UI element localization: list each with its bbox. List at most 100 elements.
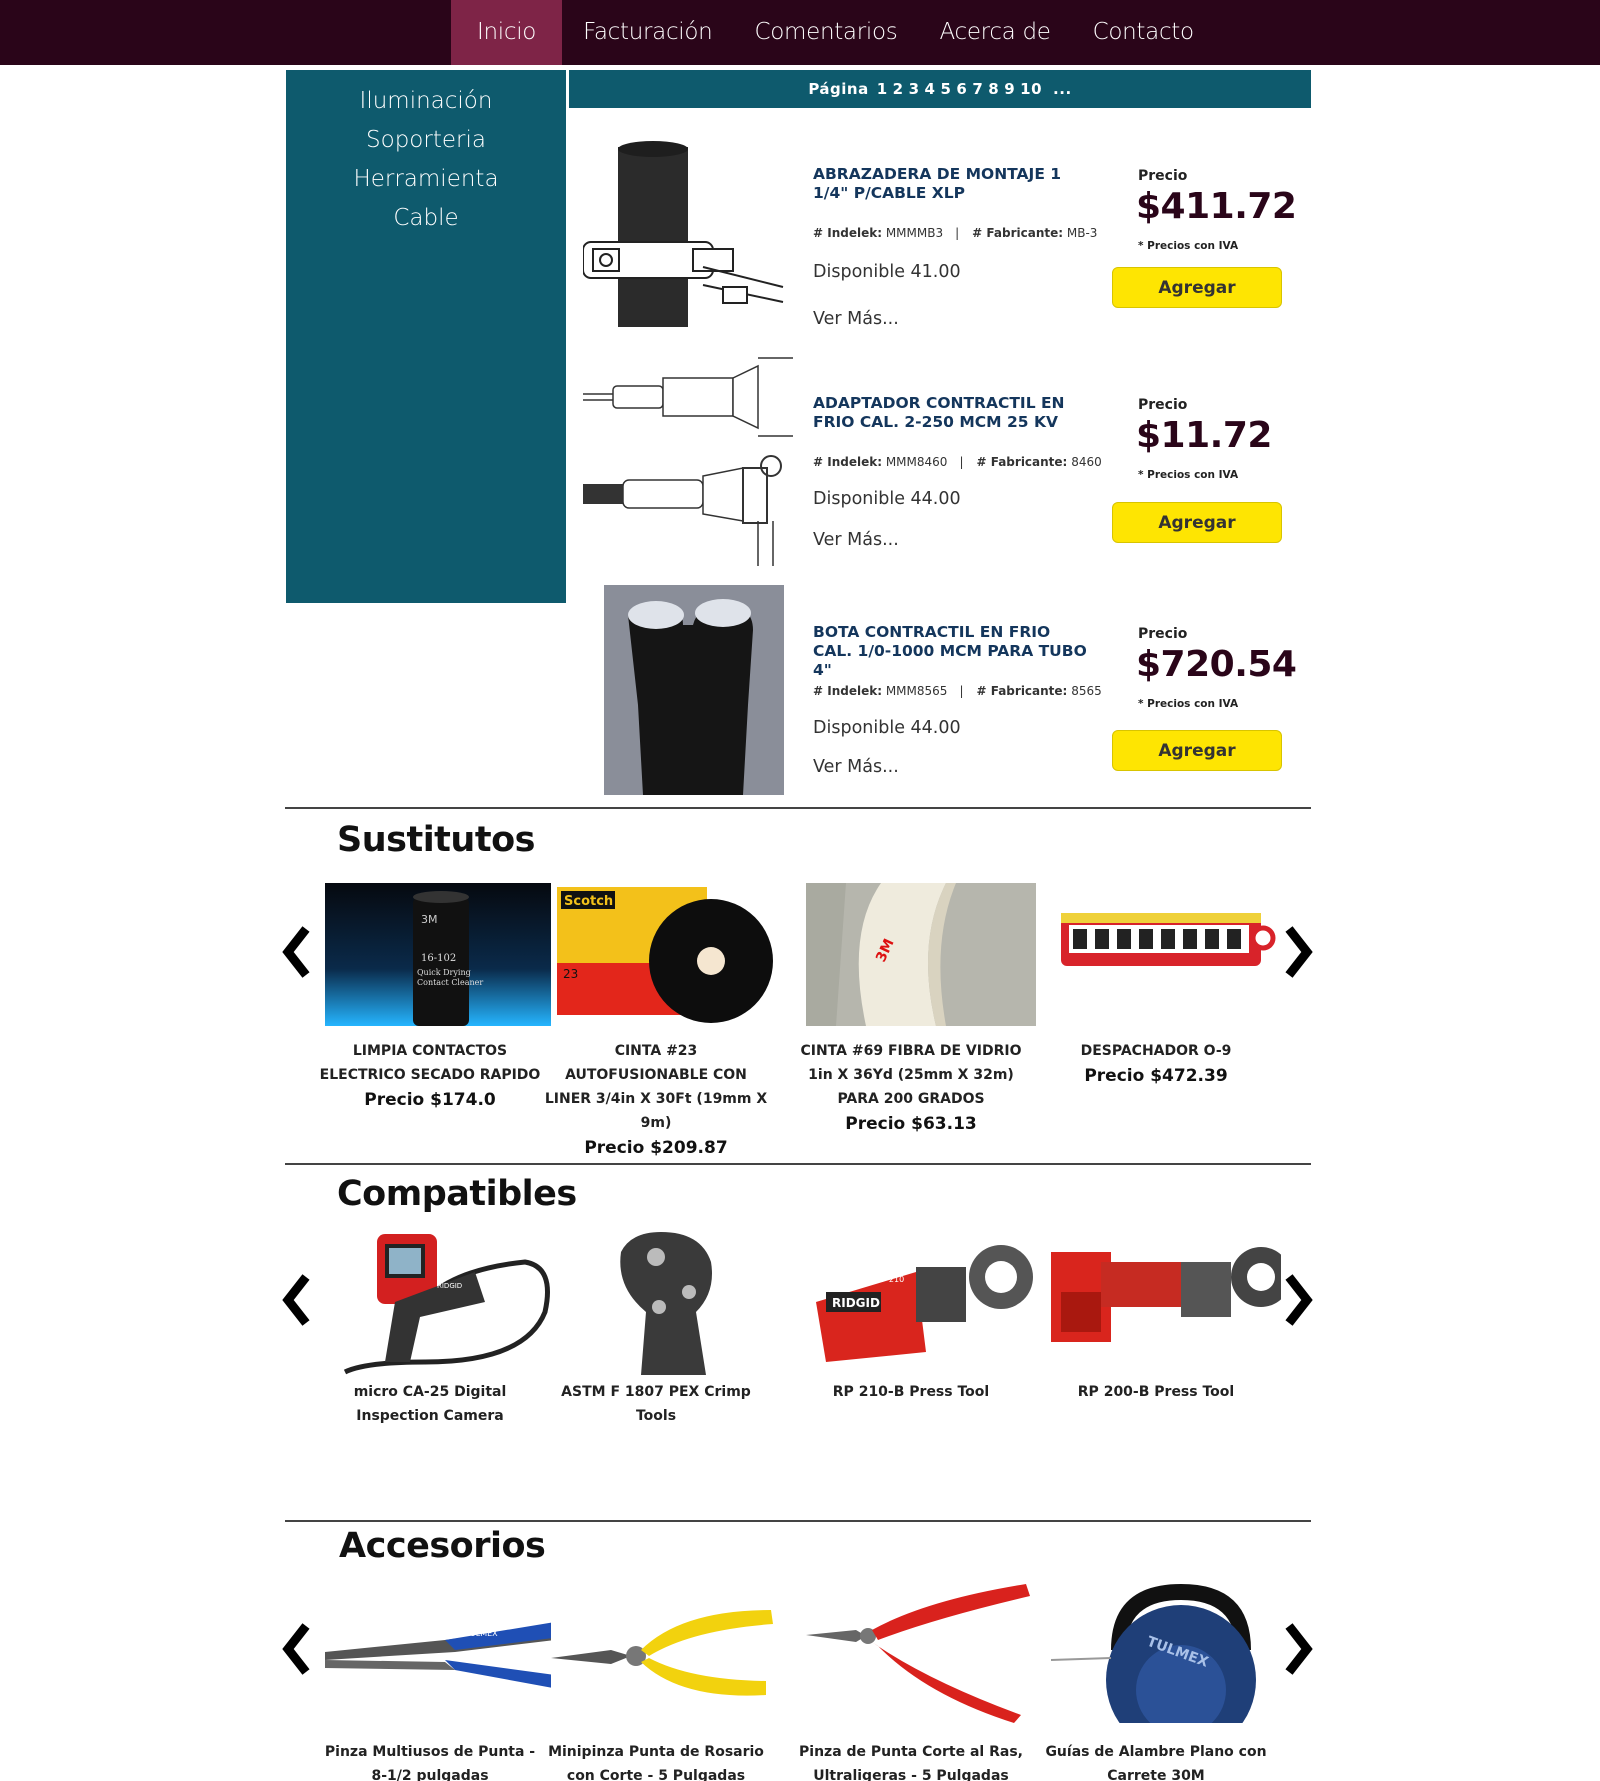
card-image[interactable] [1051, 1232, 1281, 1375]
page-link-1[interactable]: 1 [877, 80, 888, 98]
page-link-7[interactable]: 7 [972, 80, 983, 98]
card-name-text[interactable]: Guías de Alambre Plano con Carrete 30M [1045, 1744, 1266, 1781]
card-name-text[interactable]: CINTA #23 AUTOFUSIONABLE CON LINER 3/4in… [545, 1043, 767, 1131]
page-link-6[interactable]: 6 [956, 80, 967, 98]
chevron-right-icon[interactable] [1283, 1622, 1315, 1676]
card-image[interactable]: 3M [806, 883, 1036, 1026]
sidebar-item-cable[interactable]: Cable [286, 199, 566, 238]
card-image[interactable] [806, 1580, 1036, 1723]
category-sidebar: Iluminación Soporteria Herramienta Cable [286, 70, 566, 603]
card-name[interactable]: CINTA #69 FIBRA DE VIDRIO 1in X 36Yd (25… [796, 1039, 1026, 1137]
page-link-5[interactable]: 5 [940, 80, 951, 98]
product-row: ABRAZADERA DE MONTAJE 1 1/4" P/CABLE XLP… [569, 127, 1311, 337]
nav-item-facturacion[interactable]: Facturación [562, 0, 733, 65]
product-price: $11.72 [1136, 415, 1272, 456]
card-name[interactable]: CINTA #23 AUTOFUSIONABLE CON LINER 3/4in… [541, 1039, 771, 1161]
product-title[interactable]: ADAPTADOR CONTRACTIL EN FRIO CAL. 2-250 … [813, 394, 1093, 432]
product-title[interactable]: BOTA CONTRACTIL EN FRIO CAL. 1/0-1000 MC… [813, 623, 1093, 680]
card-name[interactable]: LIMPIA CONTACTOS ELECTRICO SECADO RAPIDO… [315, 1039, 545, 1113]
pagination-bar: Página 1 2 3 4 5 6 7 8 9 10 ... [569, 70, 1311, 108]
card-image[interactable] [1051, 883, 1281, 1026]
product-availability: Disponible 41.00 [813, 262, 961, 282]
product-image[interactable] [583, 127, 793, 337]
page-link-2[interactable]: 2 [893, 80, 904, 98]
card-name-text[interactable]: CINTA #69 FIBRA DE VIDRIO 1in X 36Yd (25… [800, 1043, 1021, 1107]
page-link-8[interactable]: 8 [988, 80, 999, 98]
product-availability: Disponible 44.00 [813, 489, 961, 509]
card-image[interactable]: 3M 16-102 Quick Drying Contact Cleaner [325, 883, 555, 1026]
card-image[interactable]: RIDGID [325, 1232, 555, 1375]
card-image[interactable]: RIDGID RP 210 [806, 1232, 1036, 1375]
nav-item-comentarios[interactable]: Comentarios [733, 0, 918, 65]
page-link-3[interactable]: 3 [909, 80, 920, 98]
card-image[interactable]: Scotch 23 [551, 883, 781, 1026]
product-codes: # Indelek: MMMMB3 | # Fabricante: MB-3 [813, 226, 1098, 240]
card-name-text[interactable]: Pinza Multiusos de Punta - 8-1/2 pulgada… [325, 1744, 535, 1781]
product-image[interactable] [583, 356, 793, 566]
add-to-cart-button[interactable]: Agregar [1112, 267, 1282, 308]
price-label: Precio [1138, 397, 1188, 413]
card-name[interactable]: DESPACHADOR O-9 Precio $472.39 [1041, 1039, 1271, 1089]
card-name-text[interactable]: Pinza de Punta Corte al Ras, Ultraligera… [799, 1744, 1023, 1781]
sidebar-item-herramienta[interactable]: Herramienta [286, 160, 566, 199]
view-more-link[interactable]: Ver Más... [813, 530, 899, 550]
card-image[interactable] [551, 1580, 781, 1723]
chevron-left-icon[interactable] [280, 925, 312, 979]
chevron-right-icon[interactable] [1283, 925, 1315, 979]
card-name[interactable]: micro CA-25 Digital Inspection Camera [315, 1380, 545, 1428]
card-name[interactable]: Pinza Multiusos de Punta - 8-1/2 pulgada… [315, 1740, 545, 1781]
top-navbar: Inicio Facturación Comentarios Acerca de… [0, 0, 1600, 65]
indelek-code: MMM8565 [885, 684, 948, 698]
indelek-code: MMM8460 [885, 455, 948, 469]
card-name[interactable]: Minipinza Punta de Rosario con Corte - 5… [541, 1740, 771, 1781]
card-name[interactable]: ASTM F 1807 PEX Crimp Tools [541, 1380, 771, 1428]
card-name-text[interactable]: LIMPIA CONTACTOS ELECTRICO SECADO RAPIDO [320, 1043, 541, 1083]
can-line1-text: Quick Drying [417, 968, 471, 977]
indelek-label: # Indelek: [813, 684, 882, 698]
page-link-4[interactable]: 4 [925, 80, 936, 98]
page-link-10[interactable]: 10 [1020, 80, 1042, 98]
card-image[interactable]: TULMEX [325, 1580, 555, 1723]
card-image[interactable]: TULMEX [1051, 1580, 1281, 1723]
add-to-cart-button[interactable]: Agregar [1112, 502, 1282, 543]
card-name-text[interactable]: ASTM F 1807 PEX Crimp Tools [561, 1384, 751, 1424]
nav-item-contacto[interactable]: Contacto [1072, 0, 1215, 65]
section-divider [285, 1163, 1311, 1165]
card-name-text[interactable]: Minipinza Punta de Rosario con Corte - 5… [548, 1744, 764, 1781]
card-name[interactable]: Pinza de Punta Corte al Ras, Ultraligera… [796, 1740, 1026, 1781]
add-to-cart-button[interactable]: Agregar [1112, 730, 1282, 771]
nav-item-inicio[interactable]: Inicio [451, 0, 563, 65]
chevron-left-icon[interactable] [280, 1622, 312, 1676]
price-label: Precio [1138, 168, 1188, 184]
card-name-text[interactable]: RP 200-B Press Tool [1078, 1384, 1234, 1400]
sidebar-item-soporteria[interactable]: Soporteria [286, 121, 566, 160]
nav-item-acerca-de[interactable]: Acerca de [918, 0, 1071, 65]
product-row: BOTA CONTRACTIL EN FRIO CAL. 1/0-1000 MC… [569, 585, 1311, 795]
page-link-9[interactable]: 9 [1004, 80, 1015, 98]
product-title[interactable]: ABRAZADERA DE MONTAJE 1 1/4" P/CABLE XLP [813, 165, 1093, 203]
can-code-text: 16-102 [421, 953, 456, 964]
view-more-link[interactable]: Ver Más... [813, 309, 899, 329]
sidebar-item-iluminacion[interactable]: Iluminación [286, 82, 566, 121]
scotch-brand-text: Scotch [564, 894, 613, 909]
card-name-text[interactable]: DESPACHADOR O-9 [1081, 1043, 1232, 1059]
card-name-text[interactable]: micro CA-25 Digital Inspection Camera [354, 1384, 507, 1424]
card-name[interactable]: RP 200-B Press Tool [1041, 1380, 1271, 1404]
product-image[interactable] [583, 585, 793, 795]
section-title-accesorios: Accesorios [339, 1526, 546, 1566]
page-link-more[interactable]: ... [1053, 80, 1072, 98]
nav-menu: Inicio Facturación Comentarios Acerca de… [451, 0, 1215, 65]
chevron-left-icon[interactable] [280, 1273, 312, 1327]
indelek-label: # Indelek: [813, 226, 882, 240]
card-name[interactable]: Guías de Alambre Plano con Carrete 30M [1041, 1740, 1271, 1781]
product-codes: # Indelek: MMM8565 | # Fabricante: 8565 [813, 684, 1102, 698]
card-name-text[interactable]: RP 210-B Press Tool [833, 1384, 989, 1400]
press-model-text: RP 210 [876, 1275, 904, 1284]
chevron-right-icon[interactable] [1283, 1273, 1315, 1327]
can-line2-text: Contact Cleaner [417, 978, 483, 987]
view-more-link[interactable]: Ver Más... [813, 757, 899, 777]
scotch-number-text: 23 [563, 967, 578, 981]
card-name[interactable]: RP 210-B Press Tool [796, 1380, 1026, 1404]
iva-note: * Precios con IVA [1138, 240, 1239, 252]
card-image[interactable] [551, 1232, 781, 1375]
